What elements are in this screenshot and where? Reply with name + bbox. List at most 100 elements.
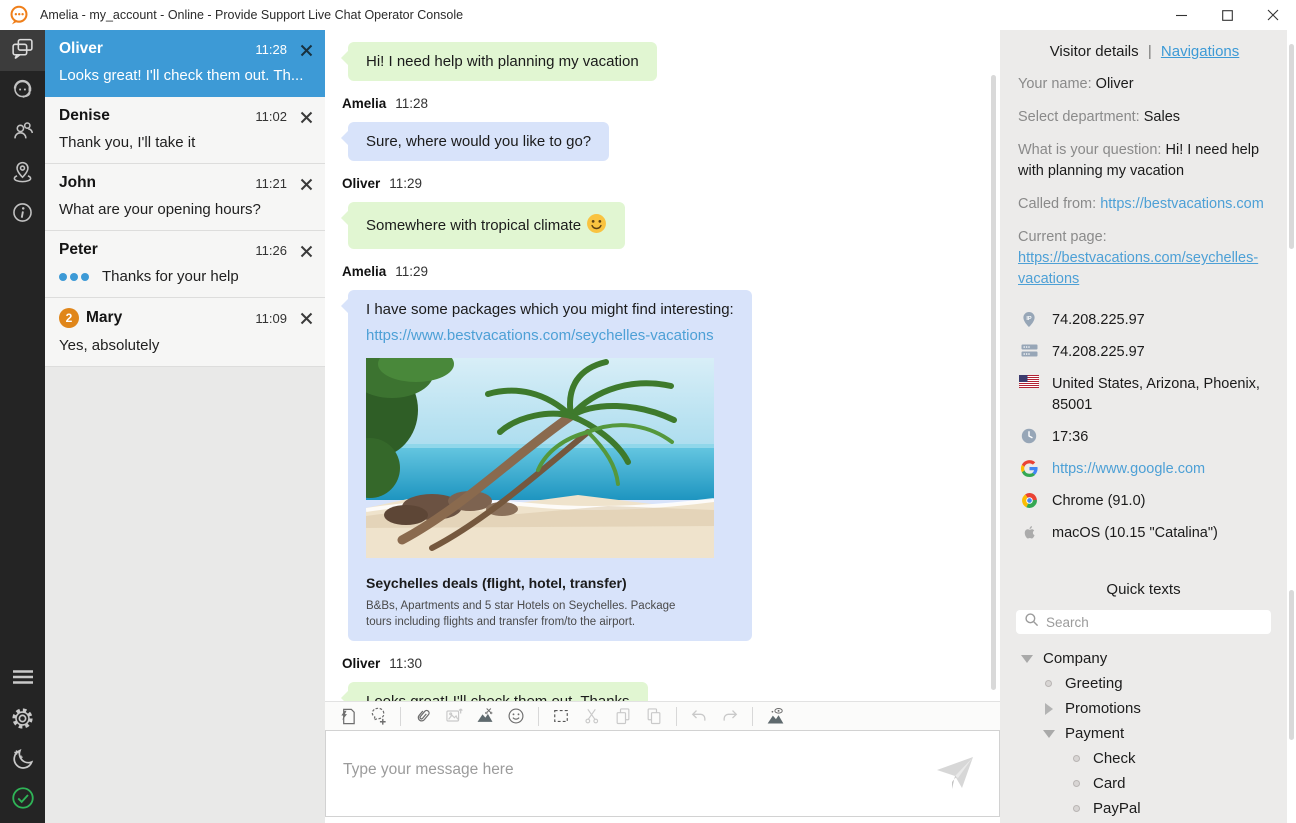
called-from-link[interactable]: https://bestvacations.com	[1100, 196, 1264, 212]
screenshot-snip-button[interactable]	[473, 704, 497, 728]
rail-item-geo-location[interactable]	[0, 153, 45, 194]
cut-button-disabled[interactable]	[580, 704, 604, 728]
collapse-arrow-icon[interactable]	[1042, 730, 1055, 738]
rail-item-online-status[interactable]	[0, 782, 45, 823]
select-area-button[interactable]	[549, 704, 573, 728]
close-chat-icon[interactable]	[298, 42, 315, 62]
smiley-emoji-icon	[586, 221, 607, 238]
package-link[interactable]: https://www.bestvacations.com/seychelles…	[366, 327, 734, 344]
visitor-message-bubble: Looks great! I'll check them out. Thanks	[348, 682, 648, 701]
chat-preview: What are your opening hours?	[59, 201, 313, 218]
current-page-link[interactable]: https://bestvacations.com/seychelles-vac…	[1018, 250, 1258, 287]
tree-item-promotions[interactable]: Promotions	[1012, 696, 1275, 721]
header-divider: |	[1148, 43, 1152, 60]
hostname-icon	[1018, 342, 1040, 358]
chat-list-item-denise[interactable]: Denise 11:02 Thank you, I'll take it	[45, 97, 325, 164]
operator-message-bubble: Sure, where would you like to go?	[348, 122, 609, 161]
chrome-icon	[1018, 491, 1040, 509]
chat-name: Oliver	[59, 40, 103, 58]
close-button[interactable]	[1250, 0, 1296, 30]
chat-list-item-mary[interactable]: 2 Mary 11:09 Yes, absolutely	[45, 298, 325, 367]
add-quick-text-button[interactable]	[366, 704, 390, 728]
leaf-bullet-icon	[1070, 755, 1083, 762]
rail-item-info[interactable]	[0, 194, 45, 235]
operator-message-card-bubble: I have some packages which you might fin…	[348, 290, 752, 641]
message-time: 11:28	[395, 96, 428, 111]
chat-list-item-john[interactable]: John 11:21 What are your opening hours?	[45, 164, 325, 231]
send-message-icon[interactable]	[935, 755, 975, 794]
attach-file-button[interactable]	[411, 704, 435, 728]
message-time: 11:30	[389, 656, 422, 671]
close-chat-icon[interactable]	[298, 176, 315, 196]
tree-item-greeting[interactable]: Greeting	[1012, 671, 1275, 696]
paste-button-disabled[interactable]	[642, 704, 666, 728]
close-chat-icon[interactable]	[298, 310, 315, 330]
messages-scrollbar[interactable]	[991, 75, 996, 690]
visitor-local-time-row: 17:36	[1018, 427, 1271, 448]
composer-toolbar	[325, 701, 1000, 730]
visitor-name-field: Your name: Oliver	[1018, 74, 1271, 95]
unread-count-badge: 2	[59, 308, 79, 328]
gear-icon	[10, 706, 35, 736]
tree-item-payment[interactable]: Payment	[1012, 721, 1275, 746]
visitor-referrer-row: https://www.google.com	[1018, 459, 1271, 480]
apple-icon	[1018, 523, 1040, 541]
tree-item-company[interactable]: Company	[1012, 646, 1275, 671]
leaf-bullet-icon	[1070, 780, 1083, 787]
message-header: Amelia11:29	[342, 264, 974, 279]
close-chat-icon[interactable]	[298, 243, 315, 263]
visitor-os-row: macOS (10.15 "Catalina")	[1018, 523, 1271, 544]
rail-item-settings[interactable]	[0, 700, 45, 741]
visitor-message-bubble: Somewhere with tropical climate	[348, 202, 625, 249]
message-input[interactable]	[326, 731, 999, 816]
leaf-bullet-icon	[1070, 805, 1083, 812]
expand-arrow-icon[interactable]	[1042, 703, 1055, 715]
chat-list-item-peter[interactable]: Peter 11:26 Thanks for your help	[45, 231, 325, 298]
chat-name: Denise	[59, 107, 110, 125]
tree-item-check[interactable]: Check	[1012, 746, 1275, 771]
seychelles-beach-palm-photo	[366, 545, 714, 562]
message-time: 11:29	[395, 264, 428, 279]
navigations-link[interactable]: Navigations	[1161, 43, 1239, 60]
undo-button-disabled[interactable]	[687, 704, 711, 728]
operator-headset-icon	[10, 77, 35, 107]
rail-item-chats[interactable]	[0, 30, 45, 71]
message-text: I have some packages which you might fin…	[366, 301, 734, 318]
rail-item-visitors[interactable]	[0, 112, 45, 153]
chat-list-item-oliver[interactable]: Oliver 11:28 Looks great! I'll check the…	[45, 30, 325, 97]
tree-item-card[interactable]: Card	[1012, 771, 1275, 796]
leaf-bullet-icon	[1042, 680, 1055, 687]
insert-quick-text-button[interactable]	[335, 704, 359, 728]
title-bar: Amelia - my_account - Online - Provide S…	[0, 0, 1296, 30]
message-time: 11:29	[389, 176, 422, 191]
hamburger-menu-icon	[11, 665, 35, 694]
tree-item-paypal[interactable]: PayPal	[1012, 796, 1275, 821]
quick-texts-scrollbar[interactable]	[1289, 590, 1294, 740]
rail-item-operator[interactable]	[0, 71, 45, 112]
minimize-button[interactable]	[1158, 0, 1204, 30]
send-image-button-disabled[interactable]	[442, 704, 466, 728]
collapse-arrow-icon[interactable]	[1020, 655, 1033, 663]
toolbar-separator	[676, 707, 677, 726]
called-from-field: Called from: https://bestvacations.com	[1018, 194, 1271, 215]
visitor-message-bubble: Hi! I need help with planning my vacatio…	[348, 42, 657, 81]
conversation-pane: Hi! I need help with planning my vacatio…	[325, 30, 1000, 823]
quick-texts-search-input[interactable]	[1046, 615, 1263, 630]
close-chat-icon[interactable]	[298, 109, 315, 129]
rail-item-night-mode[interactable]	[0, 741, 45, 782]
details-scrollbar[interactable]	[1289, 44, 1294, 249]
right-panel: Visitor details | Navigations Your name:…	[1000, 30, 1296, 823]
chat-time: 11:21	[255, 176, 287, 191]
visitor-details-title: Visitor details	[1050, 43, 1139, 60]
window-title: Amelia - my_account - Online - Provide S…	[40, 8, 463, 22]
redo-button-disabled[interactable]	[718, 704, 742, 728]
google-icon	[1018, 459, 1040, 477]
emoji-button[interactable]	[504, 704, 528, 728]
info-icon	[10, 200, 35, 230]
image-preview-button[interactable]	[763, 704, 787, 728]
copy-button-disabled[interactable]	[611, 704, 635, 728]
rail-item-menu[interactable]	[0, 659, 45, 700]
chat-name: Mary	[86, 309, 122, 327]
maximize-button[interactable]	[1204, 0, 1250, 30]
referrer-link[interactable]: https://www.google.com	[1052, 459, 1205, 480]
